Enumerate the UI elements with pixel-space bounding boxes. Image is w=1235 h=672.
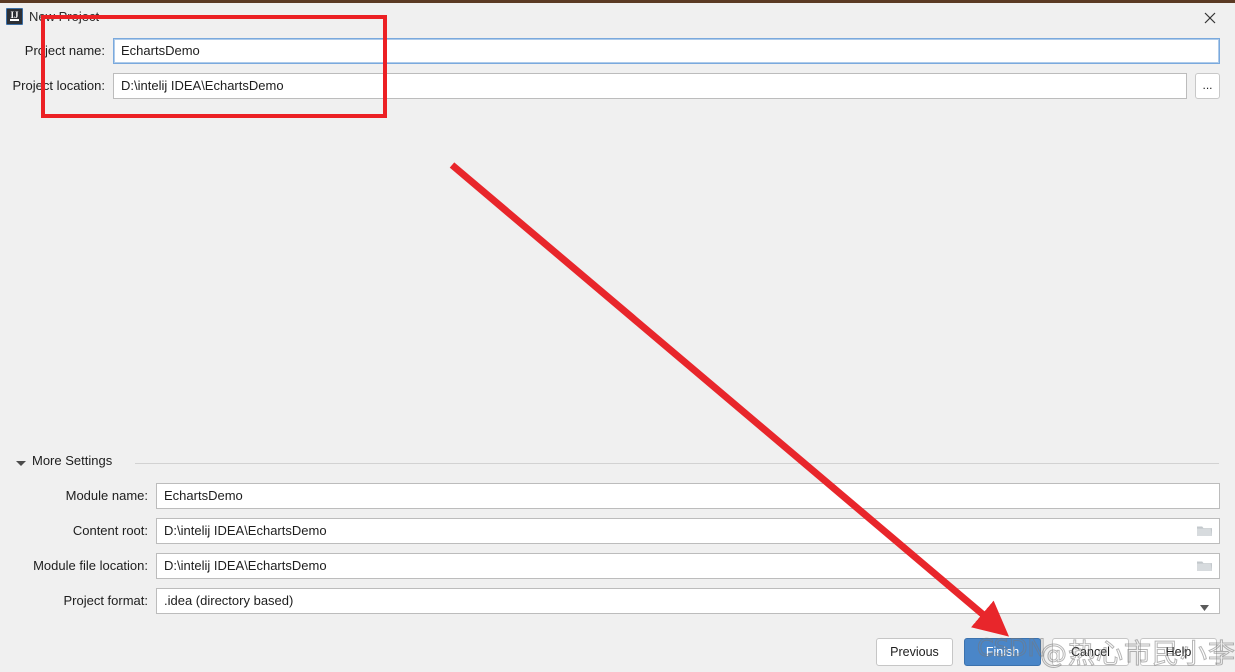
more-settings-label: More Settings [32, 453, 113, 468]
more-settings-section-header[interactable]: More Settings [0, 452, 1235, 476]
previous-button[interactable]: Previous [876, 638, 953, 666]
project-location-browse-button[interactable]: ... [1195, 73, 1220, 99]
content-root-input[interactable]: D:\intelij IDEA\EchartsDemo [156, 518, 1220, 544]
project-location-label: Project location: [12, 78, 106, 93]
module-file-location-label: Module file location: [33, 558, 148, 573]
project-name-label: Project name: [24, 43, 105, 58]
project-name-row: Project name: EchartsDemo [0, 38, 1235, 64]
project-format-select[interactable]: .idea (directory based) [156, 588, 1220, 614]
project-location-input[interactable]: D:\intelij IDEA\EchartsDemo [113, 73, 1187, 99]
title-bar: IJ New Project [0, 3, 1235, 29]
module-file-location-row: Module file location: D:\intelij IDEA\Ec… [0, 553, 1235, 579]
project-format-label: Project format: [63, 593, 148, 608]
cancel-button[interactable]: Cancel [1052, 638, 1129, 666]
window-title: New Project [29, 9, 100, 24]
help-button[interactable]: Help [1140, 638, 1217, 666]
chevron-down-icon[interactable] [16, 461, 26, 466]
dialog-button-bar: Previous Finish Cancel Help [0, 634, 1235, 666]
project-format-row: Project format: .idea (directory based) [0, 588, 1235, 614]
intellij-idea-icon-underline [10, 19, 19, 21]
project-location-row: Project location: D:\intelij IDEA\Echart… [0, 73, 1235, 99]
intellij-idea-icon: IJ [6, 8, 23, 25]
content-root-label: Content root: [72, 523, 148, 538]
folder-icon[interactable] [1197, 525, 1212, 537]
folder-icon[interactable] [1197, 560, 1212, 572]
more-settings-divider [135, 463, 1219, 464]
annotation-highlight-rect [41, 15, 387, 118]
project-name-input[interactable]: EchartsDemo [113, 38, 1220, 64]
module-name-row: Module name: EchartsDemo [0, 483, 1235, 509]
content-root-row: Content root: D:\intelij IDEA\EchartsDem… [0, 518, 1235, 544]
close-icon[interactable] [1195, 7, 1225, 29]
module-name-input[interactable]: EchartsDemo [156, 483, 1220, 509]
chevron-down-icon[interactable] [1200, 599, 1209, 611]
finish-button[interactable]: Finish [964, 638, 1041, 666]
module-file-location-input[interactable]: D:\intelij IDEA\EchartsDemo [156, 553, 1220, 579]
module-name-label: Module name: [65, 488, 148, 503]
